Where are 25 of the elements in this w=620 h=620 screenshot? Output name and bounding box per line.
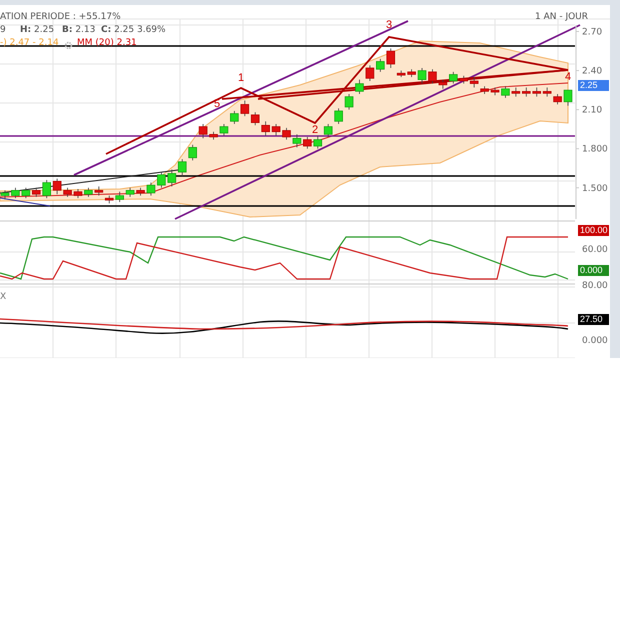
quote-value: B: 2.13 [62,25,96,35]
axis-label: 60.00 [582,245,608,256]
quote-value: H: 2.25 [20,25,54,35]
indicator-label: X [0,292,6,302]
price-badge: 0.000 [578,265,609,276]
y-tick-label: 2.10 [582,106,602,116]
price-badge: 100.00 [578,225,609,236]
quote-value: C: 2.25 3.69% [101,25,166,35]
performance-label: ATION PERIODE : +55.17% [0,12,121,22]
quote-value: 9 [0,25,6,35]
y-tick-label: 1.500 [582,184,608,194]
price-badge: 27.50 [578,314,609,325]
y-tick-label: 1.800 [582,144,608,155]
wave-label: 5 [214,98,220,110]
axis-label: 0.000 [582,336,608,347]
wave-label: 3 [386,19,392,31]
period-label: 1 AN - JOUR [535,12,588,22]
wave-label: 1 [238,72,244,84]
legend-label: MM (20) 2.31 [77,38,137,48]
wave-label: 2 [312,124,318,136]
y-tick-label: 2.70 [582,28,602,38]
price-badge: 2.25 [578,80,609,91]
y-tick-label: 2.40 [582,66,602,77]
wave-label: 4 [565,71,572,83]
axis-label: 80.00 [582,281,608,292]
